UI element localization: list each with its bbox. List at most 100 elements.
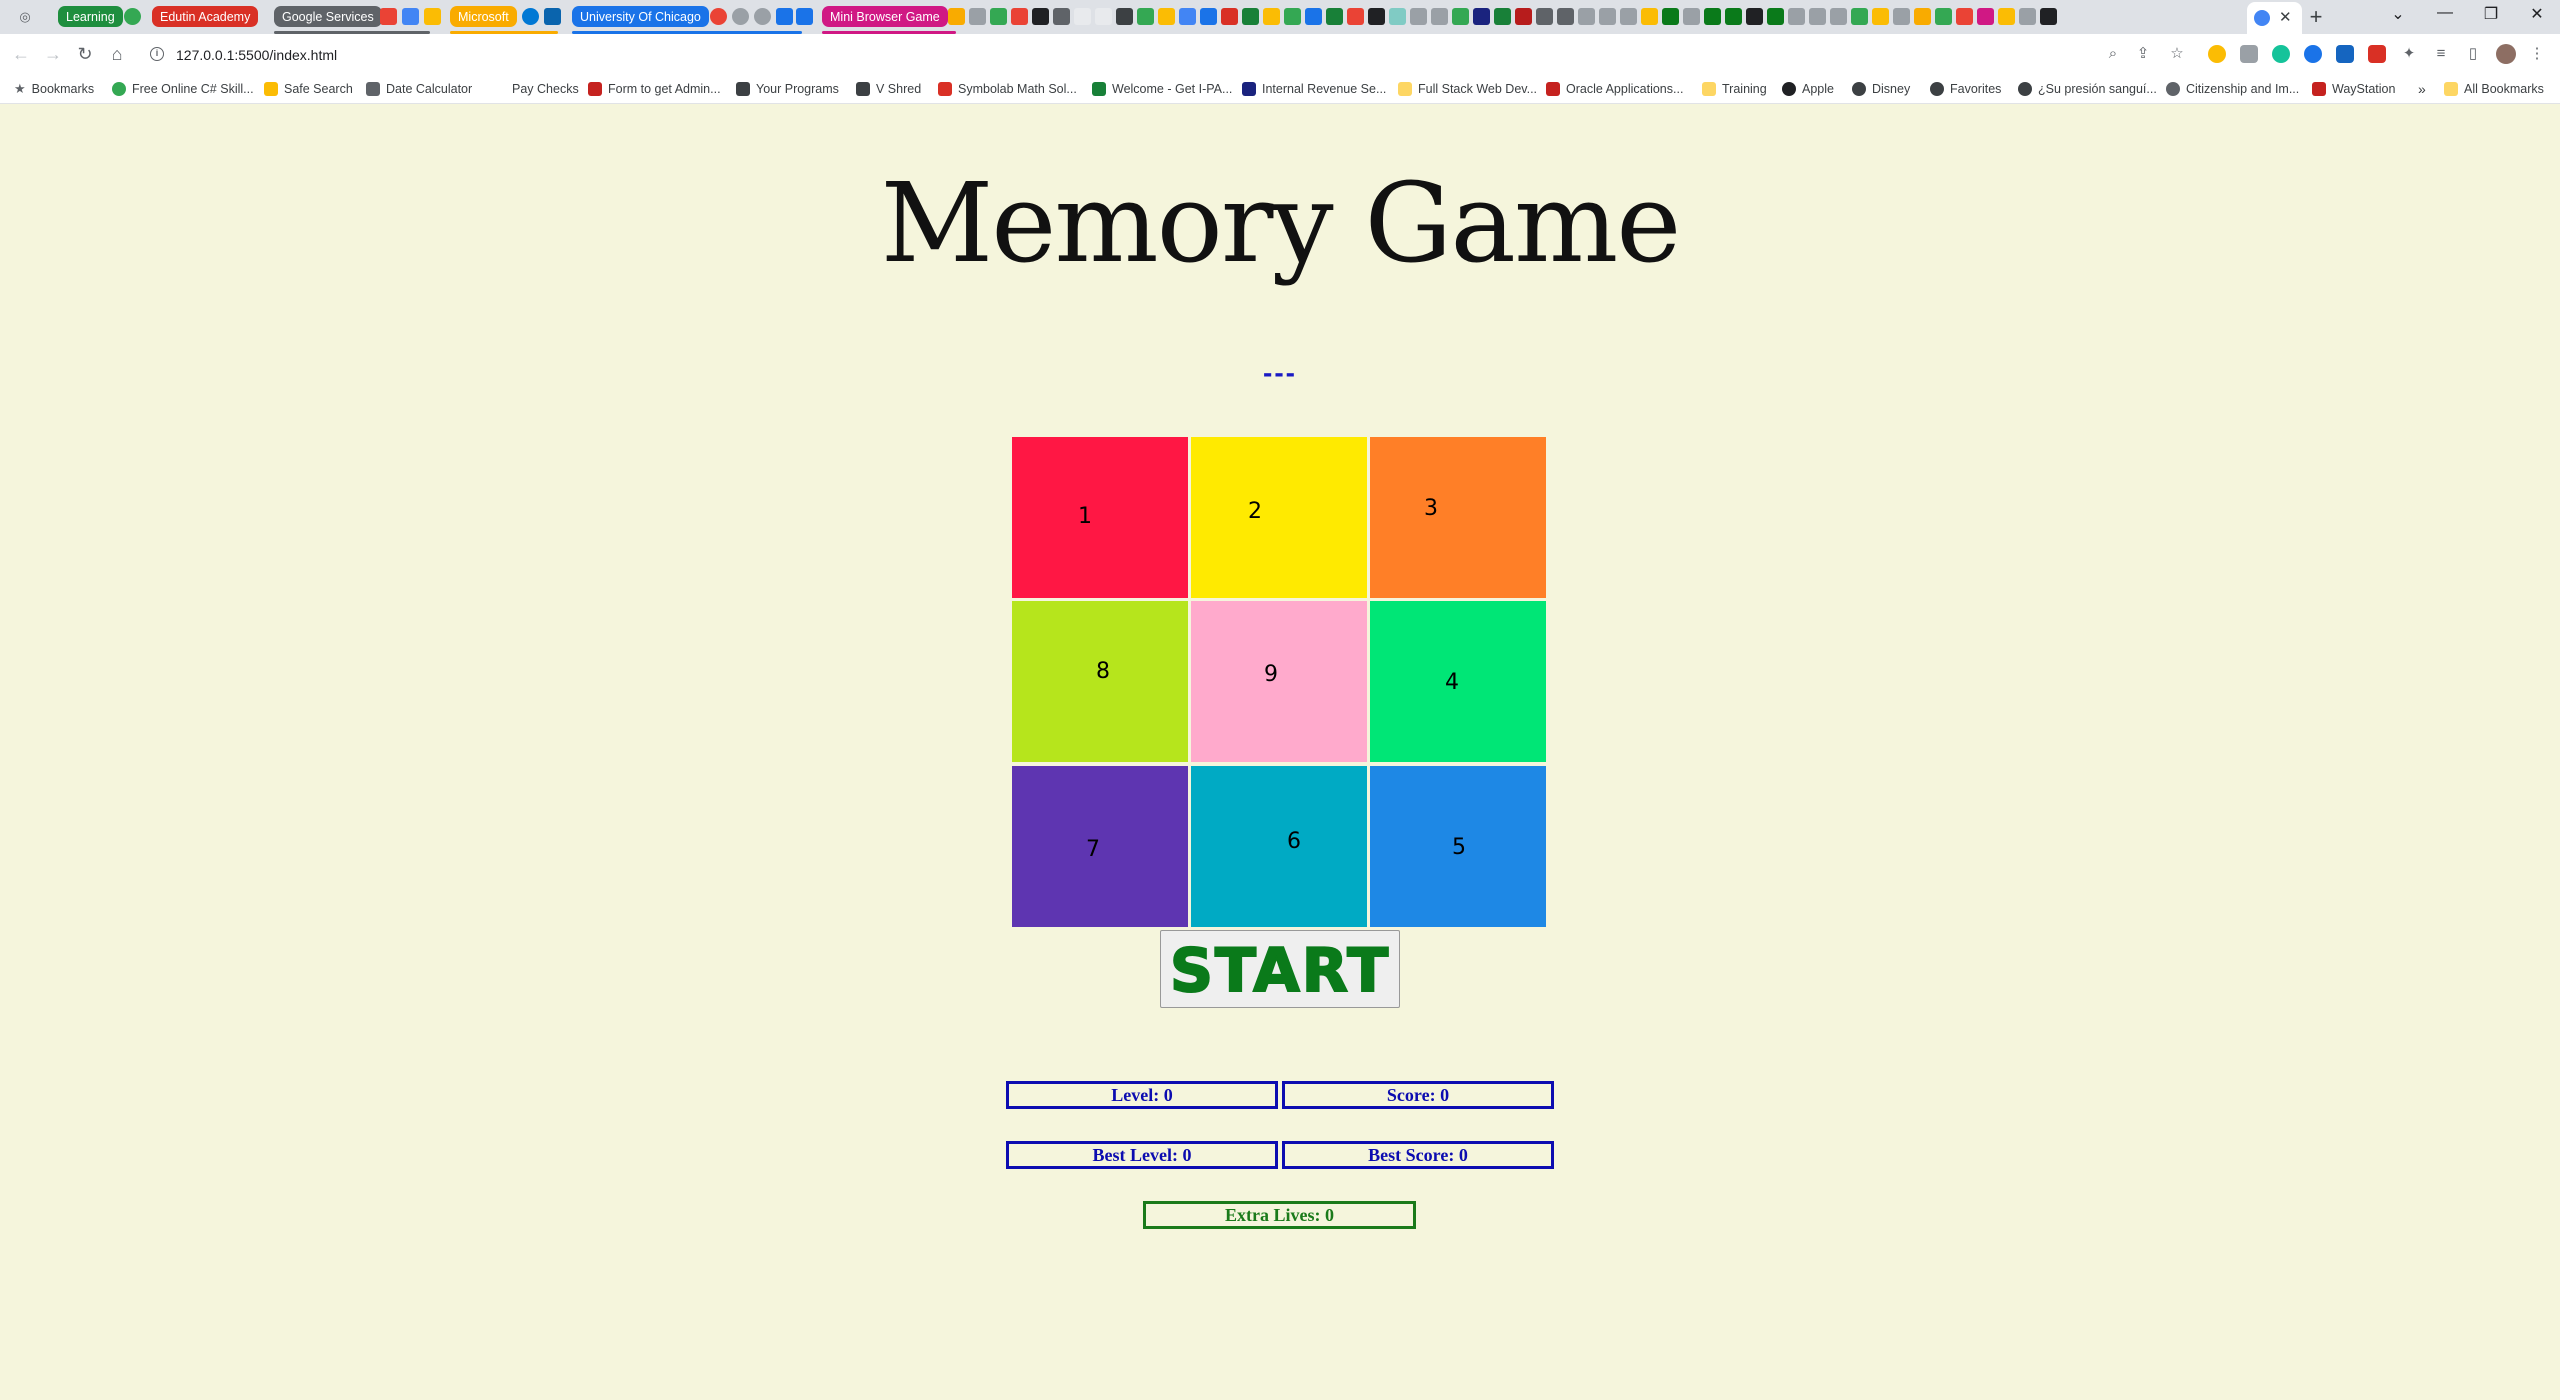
tab-favicon[interactable] (1977, 8, 1994, 25)
bookmark-item[interactable]: Symbolab Math Sol... (938, 80, 1077, 98)
tile-9[interactable]: 9 (1191, 601, 1367, 762)
zoom-icon[interactable]: ⌕ (2104, 45, 2122, 63)
tab-favicon[interactable] (754, 8, 771, 25)
tab-favicon[interactable] (1725, 8, 1742, 25)
tab-favicon[interactable] (1473, 8, 1490, 25)
tab-favicon[interactable] (1305, 8, 1322, 25)
tile-6[interactable]: 6 (1191, 766, 1367, 927)
tab-favicon[interactable] (1137, 8, 1154, 25)
tab-favicon[interactable] (1389, 8, 1406, 25)
tab-favicon[interactable] (1746, 8, 1763, 25)
tab-favicon[interactable] (1494, 8, 1511, 25)
extension-icon[interactable] (2336, 45, 2354, 63)
tab-group-mini-browser-game[interactable]: Mini Browser Game (822, 6, 948, 27)
tab-favicon[interactable] (1326, 8, 1343, 25)
tab-favicon[interactable] (1599, 8, 1616, 25)
onedrive-icon[interactable] (522, 8, 539, 25)
reload-icon[interactable]: ↻ (74, 43, 96, 65)
restore-button[interactable]: ❐ (2471, 4, 2511, 24)
tab-favicon[interactable] (1683, 8, 1700, 25)
site-info-icon[interactable]: i (150, 47, 164, 61)
side-panel-icon[interactable]: ▯ (2464, 45, 2482, 63)
tab-favicon[interactable] (1242, 8, 1259, 25)
gmail-icon[interactable] (380, 8, 397, 25)
bookmark-item[interactable]: Pay Checks (492, 80, 579, 98)
bookmark-item[interactable]: Disney (1852, 80, 1910, 98)
bookmark-item[interactable]: Apple (1782, 80, 1834, 98)
tab-favicon[interactable] (1431, 8, 1448, 25)
tab-favicon[interactable] (796, 8, 813, 25)
tab-favicon[interactable] (1074, 8, 1091, 25)
bookmarks-overflow-button[interactable]: » (2418, 80, 2426, 98)
tab-favicon[interactable] (1641, 8, 1658, 25)
tab-favicon[interactable] (969, 8, 986, 25)
bookmark-item[interactable]: Your Programs (736, 80, 839, 98)
tab-favicon[interactable] (1179, 8, 1196, 25)
tab-favicon[interactable] (2040, 8, 2057, 25)
close-tab-icon[interactable]: ✕ (2279, 8, 2292, 26)
tab-favicon[interactable] (1515, 8, 1532, 25)
tab-favicon[interactable] (1935, 8, 1952, 25)
extension-icon[interactable] (2368, 45, 2386, 63)
home-icon[interactable]: ⌂ (106, 43, 128, 65)
tab-favicon[interactable] (732, 8, 749, 25)
tab-favicon[interactable] (124, 8, 141, 25)
minimize-button[interactable]: — (2425, 4, 2465, 22)
tab-search-dropdown-icon[interactable]: ⌄ (2378, 4, 2418, 24)
tab-favicon[interactable] (1704, 8, 1721, 25)
bookmark-item[interactable]: Full Stack Web Dev... (1398, 80, 1537, 98)
bookmark-item[interactable]: Safe Search (264, 80, 353, 98)
tab-search-icon[interactable]: ◎ (14, 6, 36, 28)
close-window-button[interactable]: ✕ (2517, 4, 2557, 24)
tab-favicon[interactable] (1788, 8, 1805, 25)
grammarly-icon[interactable] (2272, 45, 2290, 63)
tab-favicon[interactable] (1956, 8, 1973, 25)
bookmark-item[interactable]: Form to get Admin... (588, 80, 721, 98)
tab-favicon[interactable] (1893, 8, 1910, 25)
tab-favicon[interactable] (1851, 8, 1868, 25)
bookmark-item[interactable]: Free Online C# Skill... (112, 80, 254, 98)
reading-list-icon[interactable]: ≡ (2432, 45, 2450, 63)
tab-favicon[interactable] (1284, 8, 1301, 25)
tab-favicon[interactable] (1872, 8, 1889, 25)
all-bookmarks-button[interactable]: All Bookmarks (2444, 80, 2544, 98)
bookmark-item[interactable]: V Shred (856, 80, 921, 98)
tile-1[interactable]: 1 (1012, 437, 1188, 598)
tile-5[interactable]: 5 (1370, 766, 1546, 927)
tile-7[interactable]: 7 (1012, 766, 1188, 927)
tab-favicon[interactable] (1263, 8, 1280, 25)
bookmark-item[interactable]: ★ Bookmarks (14, 80, 94, 98)
tab-favicon[interactable] (2019, 8, 2036, 25)
address-bar[interactable]: i 127.0.0.1:5500/index.html (142, 40, 2167, 70)
tab-favicon[interactable] (1557, 8, 1574, 25)
tab-favicon[interactable] (1809, 8, 1826, 25)
bookmark-item[interactable]: Date Calculator (366, 80, 472, 98)
tab-favicon[interactable] (1767, 8, 1784, 25)
tab-favicon[interactable] (1368, 8, 1385, 25)
tile-8[interactable]: 8 (1012, 601, 1188, 762)
tab-group-uchicago[interactable]: University Of Chicago (572, 6, 709, 27)
tab-favicon[interactable] (710, 8, 727, 25)
tile-4[interactable]: 4 (1370, 601, 1546, 762)
extension-icon[interactable] (2240, 45, 2258, 63)
tab-group-learning[interactable]: Learning (58, 6, 123, 27)
tab-favicon[interactable] (1200, 8, 1217, 25)
tab-favicon[interactable] (990, 8, 1007, 25)
tab-group-google-services[interactable]: Google Services (274, 6, 382, 27)
tab-group-microsoft[interactable]: Microsoft (450, 6, 517, 27)
bookmark-item[interactable]: Favorites (1930, 80, 2001, 98)
drive-icon[interactable] (424, 8, 441, 25)
docs-icon[interactable] (402, 8, 419, 25)
avatar[interactable] (2496, 44, 2516, 64)
active-tab[interactable]: ✕ (2247, 2, 2302, 34)
extension-icon[interactable] (2208, 45, 2226, 63)
bookmark-item[interactable]: Training (1702, 80, 1767, 98)
bookmark-item[interactable]: ¿Su presión sanguí... (2018, 80, 2157, 98)
menu-kebab-icon[interactable]: ⋮ (2528, 45, 2546, 63)
tab-favicon[interactable] (1578, 8, 1595, 25)
tab-favicon[interactable] (1011, 8, 1028, 25)
tab-favicon[interactable] (1410, 8, 1427, 25)
tab-favicon[interactable] (1116, 8, 1133, 25)
tab-favicon[interactable] (1221, 8, 1238, 25)
url-text[interactable]: 127.0.0.1:5500/index.html (176, 47, 337, 63)
